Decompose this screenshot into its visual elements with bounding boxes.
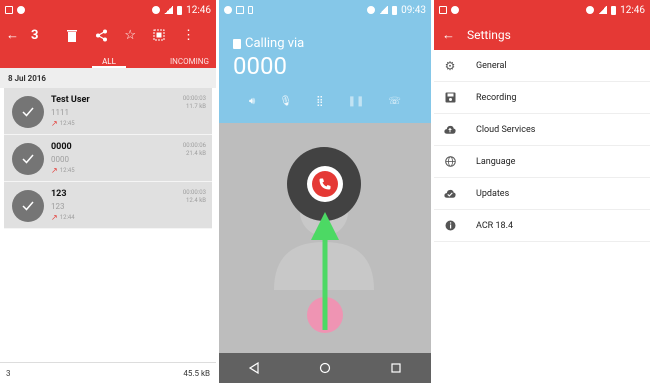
- tab-incoming[interactable]: INCOMING: [170, 57, 209, 66]
- tab-all[interactable]: ALL: [92, 57, 126, 66]
- alarm-icon: [152, 6, 161, 14]
- call-time: ↗ 12:45: [51, 166, 75, 175]
- app-header: 12:46 ← 3 ☆ ⋮ ALL INCOMING: [0, 0, 216, 68]
- status-bar: 12:46: [434, 0, 650, 20]
- save-icon: [444, 92, 456, 104]
- duration: 00:00:03: [182, 189, 206, 196]
- settings-item-label: Language: [476, 156, 516, 167]
- battery-icon: [611, 5, 617, 15]
- settings-item-label: Cloud Services: [476, 124, 536, 135]
- contact-name: Test User: [51, 95, 90, 105]
- duration: 00:00:03: [182, 95, 206, 102]
- notification-icon: [17, 6, 25, 14]
- call-time-text: 12:44: [59, 214, 75, 221]
- outgoing-arrow-icon: ↗: [51, 213, 58, 222]
- contact-name: 0000: [51, 142, 72, 152]
- filter-tabs: ALL INCOMING: [0, 50, 216, 68]
- recording-row[interactable]: 0000 0000 ↗ 12:45 00:00:06 21.4 kB: [4, 135, 212, 182]
- contact-number: 123: [51, 202, 65, 211]
- settings-item-label: Updates: [476, 188, 510, 199]
- recording-row[interactable]: Test User 1111 ↗ 12:45 00:00:03 11.7 kB: [4, 88, 212, 135]
- settings-item-cloud-services[interactable]: Cloud Services: [434, 114, 650, 146]
- settings-screen: 12:46 ← Settings ⚙ General Recording Clo…: [434, 0, 650, 383]
- selection-toolbar: ← 3 ☆ ⋮: [0, 20, 216, 50]
- signal-icon: [164, 6, 174, 14]
- recording-meta: 00:00:03 11.7 kB: [183, 95, 206, 111]
- more-options-icon[interactable]: ⋮: [181, 25, 196, 45]
- globe-icon: [444, 156, 456, 168]
- swipe-up-arrow-icon: [311, 212, 339, 330]
- selected-check-icon[interactable]: [12, 190, 44, 222]
- settings-item-updates[interactable]: Updates: [434, 178, 650, 210]
- outgoing-arrow-icon: ↗: [51, 119, 58, 128]
- selected-count: 3: [31, 27, 39, 43]
- list-footer: 3 45.5 kB: [0, 362, 216, 383]
- settings-item-general[interactable]: ⚙ General: [434, 50, 650, 82]
- file-size: 21.4 kB: [186, 150, 206, 157]
- back-arrow-icon[interactable]: ←: [442, 27, 455, 43]
- back-arrow-icon[interactable]: ←: [6, 27, 19, 43]
- settings-item-label: Recording: [476, 92, 517, 103]
- contact-number: 1111: [51, 108, 69, 117]
- page-title: Settings: [467, 28, 511, 42]
- duration: 00:00:06: [182, 142, 206, 149]
- delete-icon[interactable]: [64, 25, 79, 45]
- star-icon[interactable]: ☆: [123, 25, 138, 45]
- settings-toolbar: ← Settings: [434, 20, 650, 50]
- status-time: 12:46: [186, 4, 211, 16]
- recording-meta: 00:00:06 21.4 kB: [183, 142, 206, 158]
- settings-item-recording[interactable]: Recording: [434, 82, 650, 114]
- settings-item-label: General: [476, 60, 507, 71]
- in-call-screen: 09:43 Calling via 0000 🔊︎ 🎙︎ ⣿ ❚❚ ☏: [219, 0, 431, 383]
- date-header: 8 Jul 2016: [0, 68, 216, 88]
- settings-header: 12:46 ← Settings: [434, 0, 650, 50]
- cloud-upload-icon: [444, 124, 456, 136]
- select-all-icon[interactable]: [152, 25, 167, 45]
- info-icon: [444, 220, 456, 232]
- recording-row[interactable]: 123 123 ↗ 12:44 00:00:03 12.4 kB: [4, 182, 212, 229]
- call-time: ↗ 12:45: [51, 119, 75, 128]
- outgoing-arrow-icon: ↗: [51, 166, 58, 175]
- selected-check-icon[interactable]: [12, 143, 44, 175]
- settings-item-label: ACR 18.4: [476, 220, 514, 231]
- gear-icon: ⚙: [444, 58, 456, 73]
- status-time: 12:46: [620, 4, 645, 16]
- file-size: 11.7 kB: [186, 103, 206, 110]
- active-tab-indicator: [92, 66, 126, 68]
- record-count: 3: [6, 368, 11, 378]
- contact-number: 0000: [51, 155, 69, 164]
- call-time: ↗ 12:44: [51, 213, 75, 222]
- share-icon[interactable]: [94, 25, 109, 45]
- screenshot-icon: [439, 6, 447, 14]
- nav-back-icon[interactable]: [248, 362, 260, 374]
- call-list-screen: 12:46 ← 3 ☆ ⋮ ALL INCOMING 8 Jul 2016 Te…: [0, 0, 216, 383]
- total-size: 45.5 kB: [183, 368, 210, 378]
- call-time-text: 12:45: [59, 120, 75, 127]
- nav-home-icon[interactable]: [319, 362, 331, 374]
- selected-check-icon[interactable]: [12, 96, 44, 128]
- nav-recents-icon[interactable]: [390, 362, 402, 374]
- navigation-bar: [219, 353, 431, 383]
- notification-icon: [451, 6, 459, 14]
- settings-item-about[interactable]: ACR 18.4: [434, 210, 650, 242]
- cloud-check-icon: [444, 188, 456, 200]
- file-size: 12.4 kB: [186, 197, 206, 204]
- status-bar: 12:46: [0, 0, 216, 20]
- call-time-text: 12:45: [59, 167, 75, 174]
- screenshot-icon: [5, 6, 13, 14]
- signal-icon: [598, 6, 608, 14]
- battery-icon: [177, 5, 183, 15]
- contact-name: 123: [51, 189, 67, 199]
- alarm-icon: [586, 6, 595, 14]
- settings-item-language[interactable]: Language: [434, 146, 650, 178]
- recording-meta: 00:00:03 12.4 kB: [183, 189, 206, 205]
